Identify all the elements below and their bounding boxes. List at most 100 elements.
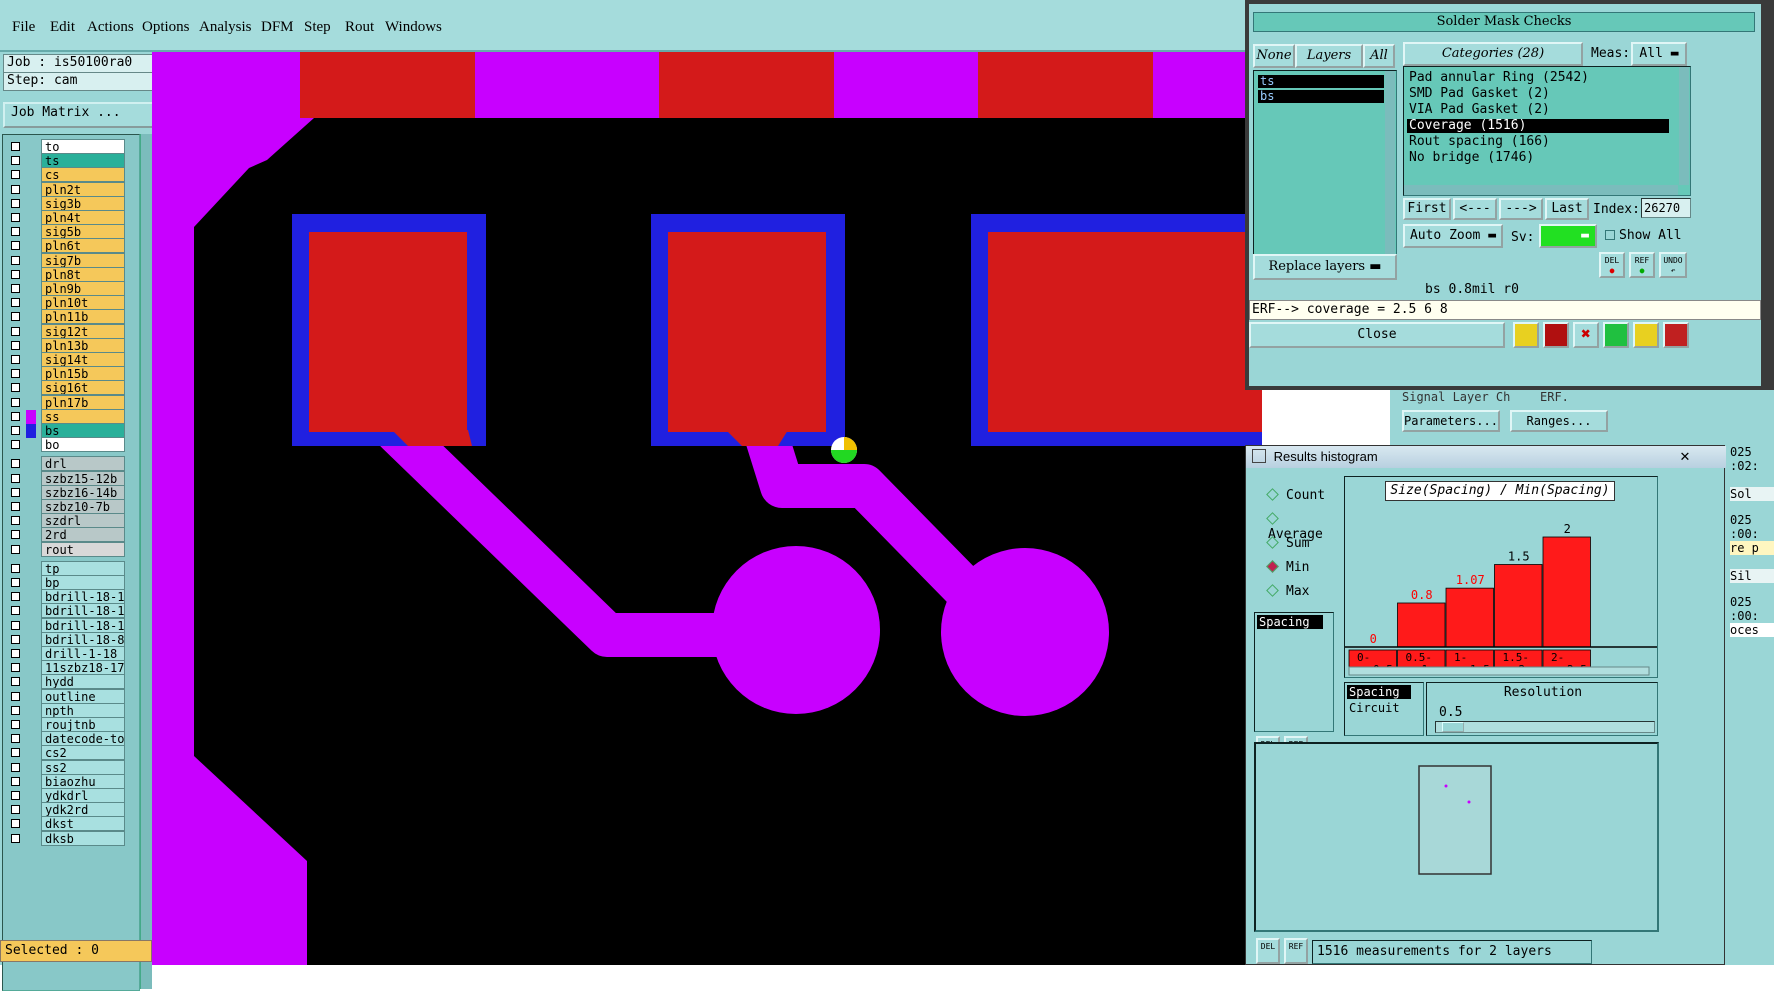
first-button[interactable]: First (1403, 198, 1451, 220)
layer-name[interactable]: ss (41, 408, 125, 424)
layer-checkbox[interactable] (11, 426, 20, 435)
layer-checkbox[interactable] (11, 833, 20, 843)
category-item[interactable]: Pad annular Ring (2542) (1407, 71, 1669, 85)
none-button[interactable]: None (1253, 44, 1295, 68)
index-field[interactable]: 26270 (1641, 198, 1691, 218)
parameters-button[interactable]: Parameters... (1402, 410, 1500, 432)
layer-checkbox[interactable] (11, 691, 20, 701)
del-button[interactable]: DEL ● (1599, 252, 1625, 278)
layers-button[interactable]: Layers (1295, 44, 1363, 68)
layer-row-dksb[interactable]: dksb (3, 830, 139, 847)
layer-name[interactable]: cs (41, 167, 125, 183)
menu-dfm[interactable]: DFM (261, 19, 294, 36)
layer-item-bs[interactable]: bs (1258, 90, 1384, 103)
layer-name[interactable]: sig5b (41, 224, 125, 240)
layer-checkbox[interactable] (11, 530, 20, 540)
pcb-view[interactable] (152, 52, 1262, 965)
layer-name[interactable]: sig7b (41, 252, 125, 268)
layer-checkbox[interactable] (11, 563, 20, 573)
layer-checkbox[interactable] (11, 720, 20, 729)
layer-checkbox[interactable] (11, 762, 20, 772)
layer-checkbox[interactable] (11, 298, 20, 308)
menu-edit[interactable]: Edit (50, 19, 75, 36)
layer-checkbox[interactable] (11, 677, 20, 687)
layer-name[interactable]: cs2 (41, 745, 125, 761)
layers-list[interactable]: ts bs (1253, 70, 1397, 280)
layer-name[interactable]: szbz10-7b (41, 499, 125, 514)
layer-checkbox[interactable] (11, 776, 20, 786)
type-list[interactable]: Spacing Circuit (1344, 682, 1424, 736)
menu-rout[interactable]: Rout (345, 19, 374, 36)
notes-icon[interactable] (1633, 322, 1659, 348)
layer-name[interactable]: ts (41, 153, 125, 169)
menu-file[interactable]: File (12, 19, 35, 36)
layer-name[interactable]: pln11b (41, 309, 125, 325)
layer-checkbox[interactable] (11, 326, 20, 336)
layer-checkbox[interactable] (11, 473, 20, 483)
layer-checkbox[interactable] (11, 805, 20, 815)
layer-name[interactable]: drl (41, 456, 125, 472)
layer-name[interactable]: szdrl (41, 513, 125, 529)
preview-ref-button[interactable]: REF (1284, 938, 1308, 964)
type-item-circuit[interactable]: Circuit (1347, 701, 1411, 715)
layer-checkbox[interactable] (11, 170, 20, 180)
board-preview[interactable] (1254, 742, 1659, 932)
last-button[interactable]: Last (1545, 198, 1589, 220)
layer-name[interactable]: dksb (41, 830, 125, 846)
layer-checkbox[interactable] (11, 819, 20, 829)
layer-name[interactable]: 11szbz18-17b (41, 660, 125, 676)
layer-name[interactable]: pln13b (41, 337, 125, 353)
layer-name[interactable]: bo (41, 437, 125, 453)
layer-name[interactable]: pln6t (41, 238, 125, 254)
menu-step[interactable]: Step (304, 19, 331, 36)
layer-name[interactable]: bdrill-18-17 (41, 617, 125, 633)
meas-dropdown[interactable]: All ▬ (1631, 42, 1687, 66)
measure-item-spacing[interactable]: Spacing (1257, 615, 1323, 629)
layer-name[interactable]: szbz16-14b (41, 484, 125, 500)
layer-name[interactable]: drill-1-18 (41, 646, 125, 661)
layer-checkbox[interactable] (11, 487, 20, 497)
layer-name[interactable]: szbz15-12b (41, 470, 125, 486)
layer-checkbox[interactable] (11, 734, 20, 744)
slider-handle[interactable] (1442, 722, 1464, 732)
menu-windows[interactable]: Windows (385, 19, 442, 36)
layer-name[interactable]: sig3b (41, 195, 125, 211)
layer-checkbox[interactable] (11, 355, 20, 364)
layer-name[interactable]: to (41, 139, 125, 154)
layer-checkbox[interactable] (11, 620, 20, 630)
layer-name[interactable]: roujtnb (41, 717, 125, 732)
next-button[interactable]: ---> (1499, 198, 1543, 220)
layer-name[interactable]: pln15b (41, 366, 125, 382)
auto-zoom-dropdown[interactable]: Auto Zoom ▬ (1403, 224, 1503, 248)
layer-checkbox[interactable] (11, 544, 20, 554)
layer-checkbox[interactable] (11, 369, 20, 379)
ranges-button[interactable]: Ranges... (1510, 410, 1608, 432)
layer-name[interactable]: sig12t (41, 323, 125, 339)
replace-layers-button[interactable]: Replace layers ▬ (1253, 254, 1397, 280)
layer-name[interactable]: tp (41, 560, 125, 576)
category-item[interactable]: Rout spacing (166) (1407, 135, 1669, 149)
close-icon[interactable]: ✕ (1668, 446, 1702, 468)
layer-name[interactable]: datecode-to (41, 731, 125, 747)
layer-checkbox[interactable] (11, 649, 20, 658)
layer-checkbox[interactable] (11, 705, 20, 715)
layer-name[interactable]: pln8t (41, 266, 125, 282)
layer-checkbox[interactable] (11, 459, 20, 469)
layers-scrollbar[interactable] (1385, 71, 1395, 267)
layer-name[interactable]: outline (41, 688, 125, 704)
layer-checkbox[interactable] (11, 606, 20, 616)
layer-checkbox[interactable] (11, 241, 20, 251)
step-icon[interactable] (1603, 322, 1629, 348)
layer-checkbox[interactable] (11, 748, 20, 758)
layer-checkbox[interactable] (11, 312, 20, 322)
layer-checkbox[interactable] (11, 411, 20, 421)
all-button[interactable]: All (1363, 44, 1395, 68)
layer-row-rout[interactable]: rout (3, 541, 139, 558)
undo-button[interactable]: UNDO ↶ (1659, 252, 1687, 278)
layer-name[interactable]: bs (41, 423, 125, 438)
layer-checkbox[interactable] (11, 269, 20, 279)
layer-name[interactable]: sig14t (41, 352, 125, 367)
prev-button[interactable]: <--- (1453, 198, 1497, 220)
radio-sum[interactable]: Sum (1266, 536, 1309, 551)
layer-checkbox[interactable] (11, 578, 20, 587)
